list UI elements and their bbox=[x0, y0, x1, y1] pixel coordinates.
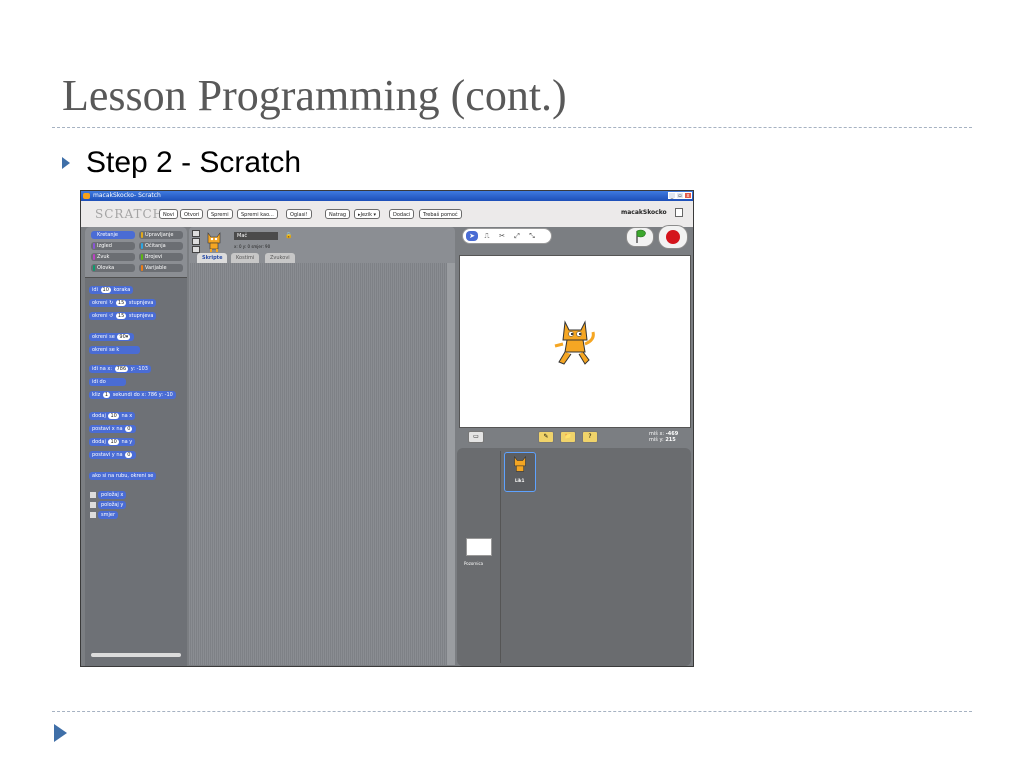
scripts-scrollbar[interactable] bbox=[447, 263, 455, 665]
block-go-to[interactable]: idi do bbox=[89, 378, 127, 386]
new-button[interactable]: Novi bbox=[159, 209, 179, 219]
block-point-towards[interactable]: okreni se k bbox=[89, 346, 140, 354]
scissors-tool-icon[interactable]: ✂ bbox=[496, 231, 508, 241]
category-pen[interactable]: Olovka bbox=[91, 264, 135, 272]
block-move[interactable]: idi 10 koraka bbox=[89, 286, 134, 294]
project-notes-icon[interactable] bbox=[675, 208, 683, 217]
bullet-arrow-icon bbox=[62, 157, 70, 169]
rotation-style-controls[interactable] bbox=[192, 230, 200, 253]
scratch-logo: SCRATCH bbox=[95, 207, 165, 221]
tab-scripts[interactable]: Skripte bbox=[197, 253, 228, 263]
close-button[interactable]: x bbox=[684, 192, 692, 199]
green-flag-button[interactable] bbox=[626, 227, 654, 247]
save-button[interactable]: Spremi bbox=[207, 209, 233, 219]
open-button[interactable]: Otvori bbox=[180, 209, 204, 219]
block-turn-left[interactable]: okreni ↺ 15 stupnjeva bbox=[89, 312, 157, 320]
minimize-button[interactable]: _ bbox=[668, 192, 676, 199]
sprite-coordinates: x: 0 y: 0 smjer: 90 bbox=[234, 244, 271, 249]
block-set-y[interactable]: postavi y na 0 bbox=[89, 451, 137, 459]
flip-icon[interactable] bbox=[192, 238, 200, 245]
reporter-direction[interactable]: smjer bbox=[98, 511, 118, 519]
sprite-name-field[interactable]: Mač bbox=[234, 232, 278, 240]
block-glide[interactable]: kliz 1 sekundi do x: 786 y: -10 bbox=[89, 391, 176, 399]
category-sensing[interactable]: Očitanja bbox=[139, 242, 183, 250]
category-looks[interactable]: Izgled bbox=[91, 242, 135, 250]
block-change-y[interactable]: dodaj 10 na y bbox=[89, 438, 136, 446]
no-rotate-icon[interactable] bbox=[192, 246, 200, 253]
palette-scrollbar[interactable] bbox=[91, 653, 181, 657]
category-motion[interactable]: Kretanje bbox=[91, 231, 135, 239]
extras-button[interactable]: Dodaci bbox=[389, 209, 415, 219]
sprite-tile-label: Lik1 bbox=[515, 478, 525, 483]
stage-cat-sprite[interactable] bbox=[551, 318, 599, 368]
undo-button[interactable]: Natrag bbox=[325, 209, 351, 219]
sprite-tile[interactable] bbox=[504, 452, 536, 492]
presentation-mode-button[interactable]: ▭ bbox=[468, 431, 484, 443]
lock-icon[interactable]: 🔒 bbox=[285, 232, 292, 239]
tool-bar: ➤ ⎍ ✂ ⤢ ⤡ bbox=[462, 228, 552, 244]
choose-sprite-button[interactable]: 📁 bbox=[560, 431, 576, 443]
checkbox-x-position[interactable] bbox=[90, 492, 96, 498]
category-operators[interactable]: Brojevi bbox=[139, 253, 183, 261]
sprite-cat-thumbnail bbox=[207, 232, 221, 252]
category-sound[interactable]: Zvuk bbox=[91, 253, 135, 261]
block-point-direction[interactable]: okreni se 90▾ bbox=[89, 333, 135, 341]
footer-divider bbox=[52, 711, 972, 712]
stamp-tool-icon[interactable]: ⎍ bbox=[481, 231, 493, 241]
project-name: macakSkocko bbox=[621, 209, 667, 216]
block-bounce[interactable]: ako si na rubu, okreni se bbox=[89, 472, 157, 480]
save-as-button[interactable]: Spremi kao... bbox=[237, 209, 278, 219]
scripts-area[interactable] bbox=[189, 263, 455, 665]
pointer-tool-icon[interactable]: ➤ bbox=[466, 231, 478, 241]
maximize-button[interactable]: ▫ bbox=[676, 192, 684, 199]
shrink-tool-icon[interactable]: ⤡ bbox=[526, 231, 538, 241]
bullet-item: Step 2 - Scratch bbox=[62, 146, 301, 180]
sprite-tile-cat-icon bbox=[514, 456, 526, 472]
window-title: macakSkocko- Scratch bbox=[93, 192, 161, 199]
reporter-x-position[interactable]: položaj x bbox=[98, 491, 127, 499]
tab-sounds[interactable]: Zvukovi bbox=[265, 253, 295, 263]
grow-tool-icon[interactable]: ⤢ bbox=[511, 231, 523, 241]
checkbox-y-position[interactable] bbox=[90, 502, 96, 508]
block-set-x[interactable]: postavi x na 0 bbox=[89, 425, 137, 433]
window-titlebar: macakSkocko- Scratch bbox=[81, 191, 693, 201]
surprise-sprite-button[interactable]: ? bbox=[582, 431, 598, 443]
bullet-text: Step 2 - Scratch bbox=[86, 146, 302, 179]
slide-title: Lesson Programming (cont.) bbox=[62, 71, 567, 120]
scratch-window: macakSkocko- Scratch _ ▫ x SCRATCH Novi … bbox=[80, 190, 694, 667]
footer-arrow-icon bbox=[54, 724, 67, 742]
scratch-cat-icon bbox=[83, 193, 90, 199]
category-control[interactable]: Upravljanje bbox=[139, 231, 183, 239]
tab-costumes[interactable]: Kostimi bbox=[231, 253, 260, 263]
block-go-to-xy[interactable]: idi na x: 786 y: -103 bbox=[89, 365, 151, 373]
category-variables[interactable]: Varijable bbox=[139, 264, 183, 272]
reporter-y-position[interactable]: položaj y bbox=[98, 501, 127, 509]
rotate-icon[interactable] bbox=[192, 230, 200, 237]
green-flag-icon bbox=[636, 229, 646, 243]
language-button[interactable]: ▸Jezik ▾ bbox=[354, 209, 381, 219]
share-button[interactable]: Oglasi! bbox=[286, 209, 312, 219]
checkbox-direction[interactable] bbox=[90, 512, 96, 518]
block-turn-right[interactable]: okreni ↻ 15 stupnjeva bbox=[89, 299, 157, 307]
stage-thumbnail[interactable] bbox=[466, 538, 492, 556]
stop-icon bbox=[666, 230, 680, 244]
block-change-x[interactable]: dodaj 10 na x bbox=[89, 412, 136, 420]
stage-thumbnail-label: Pozornica bbox=[464, 561, 484, 566]
help-button[interactable]: Trebaš pomoć bbox=[419, 209, 462, 219]
title-divider bbox=[52, 127, 972, 128]
sprite-info-panel bbox=[189, 227, 455, 263]
stop-button[interactable] bbox=[658, 225, 688, 249]
paint-sprite-button[interactable]: ✎ bbox=[538, 431, 554, 443]
stage-thumbnail-column bbox=[460, 451, 501, 663]
mouse-position-readout: miš x: -469 miš y: 215 bbox=[649, 431, 679, 443]
